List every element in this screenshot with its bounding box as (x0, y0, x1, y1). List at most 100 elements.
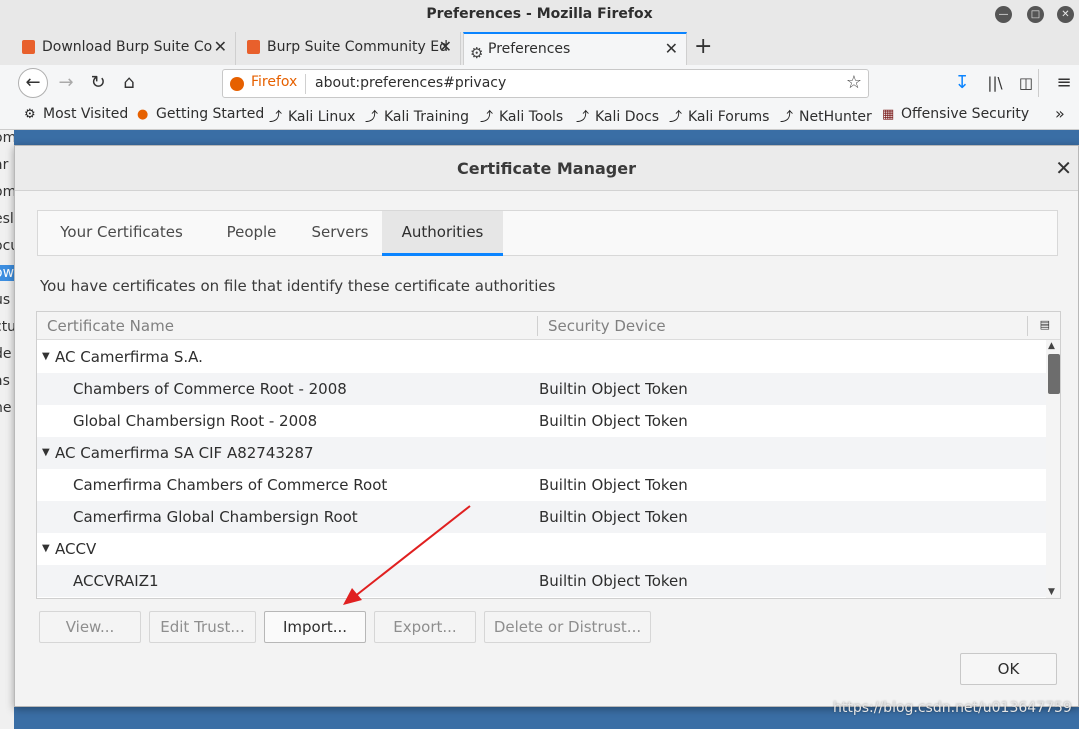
scrollbar-thumb[interactable] (1048, 354, 1060, 394)
kali-dragon-icon: ⤴ (576, 110, 590, 125)
twisty-expanded-icon[interactable]: ▼ (42, 533, 50, 565)
firefox-icon: ● (137, 107, 149, 122)
bookmark-kali-linux[interactable]: ⤴ Kali Linux (269, 106, 355, 125)
certificate-manager-dialog: Certificate Manager ✕ Your Certificates … (14, 145, 1079, 707)
import-button[interactable]: Import... (264, 611, 366, 643)
bookmarks-toolbar: ⚙ Most Visited ● Getting Started ⤴ Kali Lin… (0, 102, 1079, 130)
tab-servers[interactable]: Servers (298, 211, 382, 256)
url-bar[interactable]: Firefox ☆ (222, 69, 869, 98)
sidebar-fragment-text: us (0, 292, 11, 308)
column-security-device[interactable]: Security Device (548, 317, 666, 335)
minimize-button[interactable]: — (995, 6, 1012, 23)
export-button[interactable]: Export... (374, 611, 476, 643)
tab-preferences[interactable]: ⚙ Preferences ✕ (463, 32, 687, 65)
tab-your-certificates[interactable]: Your Certificates (38, 211, 205, 256)
watermark-text: https://blog.csdn.net/u013647759 (833, 700, 1072, 716)
column-separator[interactable] (537, 316, 538, 336)
dialog-titlebar: Certificate Manager ✕ (15, 146, 1078, 191)
security-device: Builtin Object Token (539, 412, 688, 430)
url-separator (305, 74, 306, 94)
tree-cert-row[interactable]: Camerfirma Global Chambersign Root Builti… (37, 501, 1047, 533)
maximize-button[interactable]: □ (1027, 6, 1044, 23)
bookmark-star-icon[interactable]: ☆ (846, 72, 862, 93)
library-icon[interactable]: ||\ (981, 69, 1009, 97)
tab-download-burp[interactable]: Download Burp Suite Co ✕ (18, 32, 236, 65)
sidebar-fragment-text: ocu (0, 238, 14, 254)
tree-group-row[interactable]: ▼ AC Camerfirma S.A. (37, 341, 1047, 373)
bookmark-getting-started[interactable]: ● Getting Started (137, 106, 264, 122)
downloads-icon[interactable]: ↧ (948, 69, 976, 97)
security-device: Builtin Object Token (539, 380, 688, 398)
close-tab-icon[interactable]: ✕ (665, 34, 678, 64)
firefox-icon (230, 77, 244, 91)
sidebar-fragment-text: ow (0, 265, 14, 281)
tree-cert-row[interactable]: ACCVRAIZ1 Builtin Object Token (37, 565, 1047, 597)
tree-header: Certificate Name Security Device ▤ (37, 312, 1060, 340)
tree-cert-row[interactable]: Global Chambersign Root - 2008 Builtin Ob… (37, 405, 1047, 437)
bookmark-kali-forums[interactable]: ⤴ Kali Forums (669, 106, 769, 125)
certificate-tree[interactable]: Certificate Name Security Device ▤ ▼ AC C… (36, 311, 1061, 599)
new-tab-button[interactable]: + (694, 34, 712, 59)
identity-label: Firefox (251, 74, 298, 90)
tab-authorities[interactable]: Authorities (382, 211, 503, 256)
tree-group-row[interactable]: ▼ ACCV (37, 533, 1047, 565)
close-tab-icon[interactable]: ✕ (214, 32, 227, 62)
kali-dragon-icon: ⤴ (780, 110, 794, 125)
column-certificate-name[interactable]: Certificate Name (47, 317, 174, 335)
tab-burp-community[interactable]: Burp Suite Community Ed ✕ (243, 32, 461, 65)
bookmark-kali-tools[interactable]: ⤴ Kali Tools (480, 106, 563, 125)
sidebar-icon[interactable]: ◫ (1012, 69, 1040, 97)
scroll-down-arrow-icon[interactable]: ▼ (1048, 587, 1055, 597)
bookmark-kali-training[interactable]: ⤴ Kali Training (365, 106, 469, 125)
dialog-close-icon[interactable]: ✕ (1055, 156, 1072, 180)
security-device: Builtin Object Token (539, 572, 688, 590)
edit-trust-button[interactable]: Edit Trust... (149, 611, 256, 643)
tree-group-row[interactable]: ▼ AC Camerfirma SA CIF A82743287 (37, 437, 1047, 469)
burp-favicon-icon (247, 40, 260, 54)
window-titlebar: Preferences - Mozilla Firefox — □ ✕ (0, 0, 1079, 30)
tree-cert-row[interactable]: Chambers of Commerce Root - 2008 Builtin … (37, 373, 1047, 405)
home-button[interactable]: ⌂ (115, 69, 143, 97)
url-input[interactable] (315, 75, 835, 91)
offsec-icon: ▦ (882, 107, 895, 122)
bookmarks-overflow-chevron-icon[interactable]: » (1055, 104, 1065, 123)
certificate-name: AC Camerfirma SA CIF A82743287 (55, 444, 314, 462)
bookmark-nethunter[interactable]: ⤴ NetHunter (780, 106, 872, 125)
tab-strip: Download Burp Suite Co ✕ Burp Suite Comm… (0, 30, 1079, 65)
kali-dragon-icon: ⤴ (480, 110, 494, 125)
burp-favicon-icon (22, 40, 35, 54)
tab-label: Download Burp Suite Co (42, 39, 213, 55)
toolbar-separator (1038, 69, 1039, 97)
sidebar-fragment-text: om (0, 184, 14, 200)
column-picker-icon[interactable]: ▤ (1040, 318, 1050, 331)
bookmark-most-visited[interactable]: ⚙ Most Visited (24, 106, 128, 122)
security-device: Builtin Object Token (539, 476, 688, 494)
kali-dragon-icon: ⤴ (269, 110, 283, 125)
bookmark-kali-docs[interactable]: ⤴ Kali Docs (576, 106, 659, 125)
tab-people[interactable]: People (205, 211, 298, 256)
bookmark-offensive-security[interactable]: ▦ Offensive Security (882, 106, 1029, 122)
twisty-expanded-icon[interactable]: ▼ (42, 341, 50, 373)
close-tab-icon[interactable]: ✕ (439, 32, 452, 62)
tree-cert-row[interactable]: Camerfirma Chambers of Commerce Root Buil… (37, 469, 1047, 501)
sidebar-fragment-text: om (0, 130, 14, 146)
menu-icon[interactable]: ≡ (1050, 69, 1078, 97)
reload-button[interactable]: ↻ (84, 69, 112, 97)
authorities-description: You have certificates on file that ident… (40, 277, 556, 295)
ok-button[interactable]: OK (960, 653, 1057, 685)
dialog-title: Certificate Manager (457, 159, 636, 178)
twisty-expanded-icon[interactable]: ▼ (42, 437, 50, 469)
close-window-button[interactable]: ✕ (1057, 6, 1074, 23)
forward-button[interactable]: → (52, 69, 80, 97)
gear-icon: ⚙ (24, 107, 36, 122)
tree-scrollbar[interactable]: ▲ ▼ (1046, 340, 1060, 598)
sidebar-fragment-text: ar (0, 157, 9, 173)
sidebar-fragment-text: ctu (0, 319, 14, 335)
kali-dragon-icon: ⤴ (365, 110, 379, 125)
scroll-up-arrow-icon[interactable]: ▲ (1048, 341, 1055, 351)
certificate-name: Chambers of Commerce Root - 2008 (73, 380, 347, 398)
back-button[interactable]: ← (18, 68, 48, 98)
delete-or-distrust-button[interactable]: Delete or Distrust... (484, 611, 651, 643)
view-button[interactable]: View... (39, 611, 141, 643)
column-separator[interactable] (1027, 316, 1028, 336)
